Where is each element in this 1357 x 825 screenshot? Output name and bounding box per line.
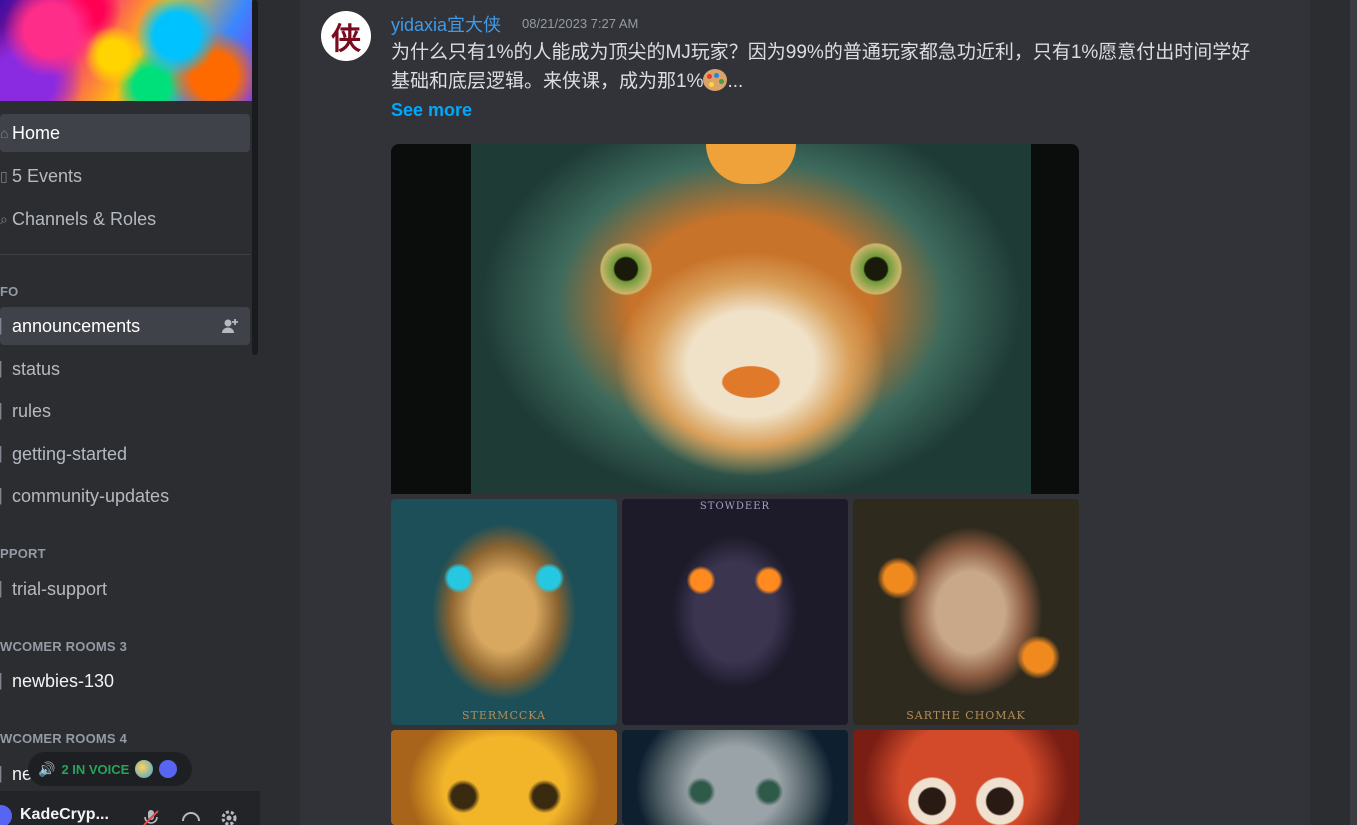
members-gutter [1310,0,1357,825]
category-support[interactable]: PPORT [0,546,46,561]
channel-announcements[interactable]: ▏ announcements [0,307,250,345]
channel-label: rules [12,400,52,421]
author-avatar[interactable]: 侠 [321,11,371,61]
author-name[interactable]: yidaxia宜大侠 [391,11,501,37]
channel-community-updates[interactable]: ▏ community-updates [0,477,250,515]
text-channel-icon: ▏ [0,402,11,419]
home-icon: ⌂ [0,125,9,141]
text-channel-icon: ▏ [0,487,11,504]
add-member-icon[interactable] [220,316,240,336]
channel-label: community-updates [12,485,170,506]
image-caption: SARTHE CHOMAK [906,709,1026,722]
headphones-icon[interactable] [180,807,202,825]
attachment-image-golden-beast[interactable] [391,730,617,825]
app-root: ⌂ Home ▯ 5 Events ⌕ Channels & Roles FO … [0,0,1357,825]
server-banner [0,0,252,101]
channel-newbies-130[interactable]: ▏ newbies-130 [0,662,250,700]
search-icon: ⌕ [0,210,8,227]
sidebar-item-label: Home [12,122,61,143]
category-newcomer-rooms-4[interactable]: WCOMER ROOMS 4 [0,731,127,746]
channel-label: trial-support [12,578,108,599]
voice-indicator[interactable]: 🔊 2 IN VOICE [28,752,192,786]
text-channel-icon: ▏ [0,580,11,597]
voice-count: 2 IN VOICE [61,761,130,777]
gear-icon[interactable] [218,807,240,825]
speaker-icon: 🔊 [38,760,56,777]
announcement-channel-icon: ▏ [0,317,11,334]
channel-getting-started[interactable]: ▏ getting-started [0,435,250,473]
attachment-image-hippo[interactable]: SARTHE CHOMAK [853,499,1079,725]
see-more-link[interactable]: See more [391,100,472,121]
text-channel-icon: ▏ [0,672,11,689]
text-channel-icon: ▏ [0,765,11,782]
discord-logo-icon [159,760,178,778]
username[interactable]: KadeCryp... [20,806,109,824]
category-newcomer-rooms-3[interactable]: WCOMER ROOMS 3 [0,639,127,654]
channel-label: getting-started [12,443,128,464]
sidebar-divider [0,254,250,255]
text-channel-icon: ▏ [0,360,11,377]
attachment-image-dark-fox[interactable]: STOWDEER [622,499,848,725]
image-caption: STOWDEER [699,501,771,512]
category-info[interactable]: FO [0,284,18,299]
sidebar-item-events[interactable]: ▯ 5 Events [0,157,250,195]
message-text-line-1: 为什么只有1%的人能成为顶尖的MJ玩家？因为99%的普通玩家都急功近利，只有1%… [391,42,1251,63]
palette-emoji-icon [703,69,728,91]
chat-gutter [260,0,300,825]
sidebar-scrollbar[interactable] [252,0,258,355]
calendar-icon: ▯ [0,167,8,184]
sidebar-item-label: Channels & Roles [12,208,157,229]
attachment-image-lion[interactable]: STERMCCKA [391,499,617,725]
channel-label: status [12,358,61,379]
attachment-image-grey-cat[interactable] [622,730,848,825]
image-caption: STERMCCKA [462,709,546,722]
text-channel-icon: ▏ [0,445,11,462]
message-text-line-2: 基础和底层逻辑。来侠课，成为那1%... [391,69,744,92]
sidebar-item-label: 5 Events [12,165,83,186]
channel-label: newbies-130 [12,670,115,691]
sidebar-item-channels-roles[interactable]: ⌕ Channels & Roles [0,200,250,238]
sidebar-item-home[interactable]: ⌂ Home [0,114,250,152]
attachment-image-red-owl[interactable] [853,730,1079,825]
channel-rules[interactable]: ▏ rules [0,392,250,430]
server-sidebar: ⌂ Home ▯ 5 Events ⌕ Channels & Roles FO … [0,0,260,825]
attachment-image-cat-hero[interactable] [391,144,1079,494]
message-timestamp: 08/21/2023 7:27 AM [522,16,639,31]
avatar[interactable] [0,805,12,825]
cat-artwork [471,144,1031,494]
voice-user-avatar [135,760,154,778]
channel-trial-support[interactable]: ▏ trial-support [0,570,250,608]
channel-label: announcements [12,315,141,336]
chat-scrollbar[interactable] [1350,0,1357,825]
channel-status[interactable]: ▏ status [0,350,250,388]
user-panel: KadeCryp... [0,791,260,825]
mute-microphone-icon[interactable] [140,807,162,825]
